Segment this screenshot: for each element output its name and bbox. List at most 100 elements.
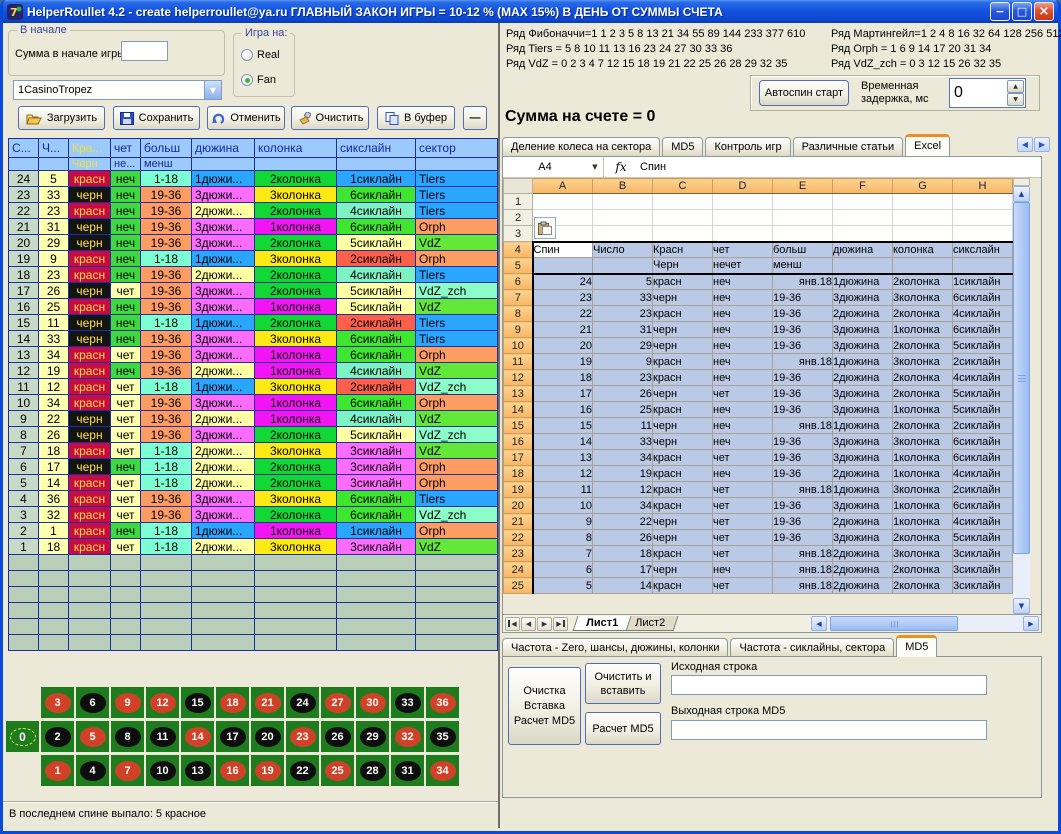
cell-G16[interactable]: 3колонка	[893, 434, 953, 450]
board-cell-zero[interactable]: 0	[6, 721, 39, 752]
cell-A23[interactable]: 7	[533, 546, 593, 562]
load-button[interactable]: Загрузить	[18, 106, 105, 130]
cell-F23[interactable]: 2дюжина	[833, 546, 893, 562]
cell-A24[interactable]: 6	[533, 562, 593, 578]
cell-F11[interactable]: 1дюжина	[833, 354, 893, 370]
md5-output-input[interactable]	[671, 720, 987, 740]
column-header-F[interactable]: F	[833, 179, 893, 194]
cell-F8[interactable]: 2дюжина	[833, 306, 893, 322]
cell-D25[interactable]: чет	[713, 578, 773, 594]
row-header-10[interactable]: 10	[504, 338, 533, 354]
cell-B8[interactable]: 23	[593, 306, 653, 322]
cell-C3[interactable]	[653, 226, 713, 242]
cell-E18[interactable]: 19-36	[773, 466, 833, 482]
cell-G9[interactable]: 1колонка	[893, 322, 953, 338]
cell-G6[interactable]: 2колонка	[893, 274, 953, 290]
cell-G18[interactable]: 1колонка	[893, 466, 953, 482]
paste-options-button[interactable]	[534, 217, 556, 239]
board-cell-14[interactable]: 14	[181, 721, 214, 752]
cell-F2[interactable]	[833, 210, 893, 226]
column-header-G[interactable]: G	[893, 179, 953, 194]
board-cell-23[interactable]: 23	[286, 721, 319, 752]
row-header-3[interactable]: 3	[504, 226, 533, 242]
tab-scroll-left-icon[interactable]: ◀	[1017, 137, 1033, 152]
scroll-up-icon[interactable]: ▲	[1013, 186, 1030, 202]
cell-E12[interactable]: 19-36	[773, 370, 833, 386]
tab-4[interactable]: Excel	[905, 134, 950, 156]
row-header-8[interactable]: 8	[504, 306, 533, 322]
board-cell-10[interactable]: 10	[146, 755, 179, 786]
cell-G25[interactable]: 2колонка	[893, 578, 953, 594]
row-header-14[interactable]: 14	[504, 402, 533, 418]
cell-F22[interactable]: 3дюжина	[833, 530, 893, 546]
cell-B4[interactable]: Число	[593, 242, 653, 258]
cell-G14[interactable]: 1колонка	[893, 402, 953, 418]
cell-A4[interactable]: Спин	[533, 242, 593, 258]
cell-A9[interactable]: 21	[533, 322, 593, 338]
cell-G10[interactable]: 2колонка	[893, 338, 953, 354]
column-header-H[interactable]: H	[953, 179, 1013, 194]
cell-A6[interactable]: 24	[533, 274, 593, 290]
cell-H7[interactable]: 6сиклайн	[953, 290, 1013, 306]
cell-D1[interactable]	[713, 194, 773, 210]
cell-name-box[interactable]: A4	[503, 161, 587, 173]
cell-D12[interactable]: неч	[713, 370, 773, 386]
cell-C20[interactable]: красн	[653, 498, 713, 514]
tab-3[interactable]: Различные статьи	[793, 137, 904, 156]
cell-F17[interactable]: 3дюжина	[833, 450, 893, 466]
cell-G4[interactable]: колонка	[893, 242, 953, 258]
cell-E10[interactable]: 19-36	[773, 338, 833, 354]
cell-G23[interactable]: 3колонка	[893, 546, 953, 562]
spinner-down-icon[interactable]: ▼	[1007, 93, 1024, 106]
board-cell-2[interactable]: 2	[41, 721, 74, 752]
column-header-E[interactable]: E	[773, 179, 833, 194]
board-cell-34[interactable]: 34	[426, 755, 459, 786]
cell-B21[interactable]: 22	[593, 514, 653, 530]
cell-B24[interactable]: 17	[593, 562, 653, 578]
cell-D13[interactable]: чет	[713, 386, 773, 402]
row-header-17[interactable]: 17	[504, 450, 533, 466]
board-cell-32[interactable]: 32	[391, 721, 424, 752]
hscroll-thumb[interactable]	[830, 616, 958, 631]
column-header-B[interactable]: B	[593, 179, 653, 194]
sheet-nav-next-button[interactable]: ▶	[537, 617, 552, 631]
clear-button[interactable]: Очистить	[291, 106, 369, 130]
board-cell-9[interactable]: 9	[111, 687, 144, 718]
cell-C23[interactable]: красн	[653, 546, 713, 562]
cell-C25[interactable]: красн	[653, 578, 713, 594]
cell-B10[interactable]: 29	[593, 338, 653, 354]
board-cell-3[interactable]: 3	[41, 687, 74, 718]
board-cell-36[interactable]: 36	[426, 687, 459, 718]
cell-C8[interactable]: красн	[653, 306, 713, 322]
row-header-20[interactable]: 20	[504, 498, 533, 514]
board-cell-21[interactable]: 21	[251, 687, 284, 718]
source-string-input[interactable]	[671, 675, 987, 695]
cell-B22[interactable]: 26	[593, 530, 653, 546]
board-cell-1[interactable]: 1	[41, 755, 74, 786]
cell-F12[interactable]: 2дюжина	[833, 370, 893, 386]
cell-B1[interactable]	[593, 194, 653, 210]
cell-B9[interactable]: 31	[593, 322, 653, 338]
board-cell-17[interactable]: 17	[216, 721, 249, 752]
cell-F3[interactable]	[833, 226, 893, 242]
row-header-25[interactable]: 25	[504, 578, 533, 594]
cell-E8[interactable]: 19-36	[773, 306, 833, 322]
cell-D15[interactable]: неч	[713, 418, 773, 434]
cell-C12[interactable]: красн	[653, 370, 713, 386]
cell-G2[interactable]	[893, 210, 953, 226]
cell-B25[interactable]: 14	[593, 578, 653, 594]
cell-E19[interactable]: янв.18	[773, 482, 833, 498]
row-header-18[interactable]: 18	[504, 466, 533, 482]
cell-H21[interactable]: 4сиклайн	[953, 514, 1013, 530]
cell-H5[interactable]	[953, 258, 1013, 274]
cell-A25[interactable]: 5	[533, 578, 593, 594]
cell-F4[interactable]: дюжина	[833, 242, 893, 258]
cell-D7[interactable]: неч	[713, 290, 773, 306]
maximize-button[interactable]: □	[1012, 2, 1032, 21]
row-header-16[interactable]: 16	[504, 434, 533, 450]
cell-F1[interactable]	[833, 194, 893, 210]
cell-B3[interactable]	[593, 226, 653, 242]
cell-F25[interactable]: 2дюжина	[833, 578, 893, 594]
column-header-A[interactable]: A	[533, 179, 593, 194]
row-header-5[interactable]: 5	[504, 258, 533, 274]
